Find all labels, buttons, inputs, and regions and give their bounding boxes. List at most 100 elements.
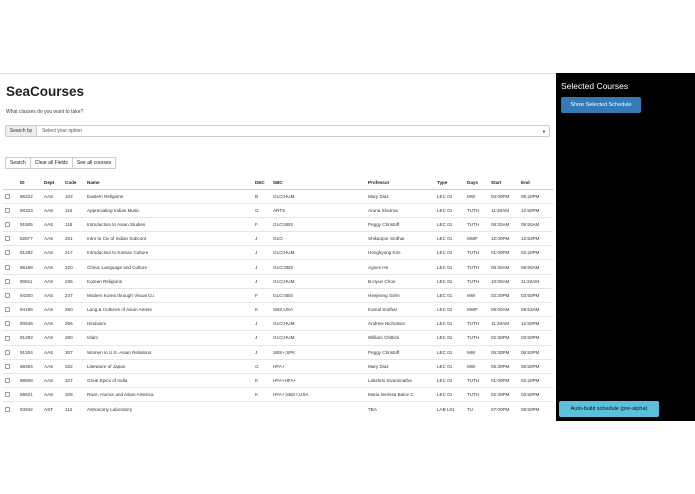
table-cell: 94196 — [18, 301, 42, 317]
table-cell: 05:30PM — [489, 344, 519, 360]
column-header: Type — [435, 177, 465, 190]
clear-fields-button[interactable]: Clear all Fields — [30, 157, 73, 169]
row-checkbox[interactable] — [5, 264, 10, 270]
table-cell: TUTH — [465, 330, 489, 346]
row-checkbox[interactable] — [5, 236, 10, 242]
table-cell: 08:30AM — [489, 216, 519, 232]
table-cell: B.Hyun Choo — [366, 273, 435, 289]
show-selected-schedule-button[interactable]: Show Selected Schedule — [561, 97, 641, 113]
table-cell: AAS — [42, 287, 63, 303]
table-row: 89821 AAS 328 Race, Humor and Asian America… — [3, 387, 553, 402]
table-cell: Race, Humor and Asian America — [85, 387, 253, 402]
table-cell: GLO;HUM — [271, 273, 366, 289]
search-button[interactable]: Search — [5, 157, 31, 169]
table-cell: 83942 — [18, 401, 42, 416]
row-checkbox[interactable] — [5, 293, 10, 299]
table-cell: LEC 01 — [435, 273, 465, 289]
table-cell: Hongkyung Kim — [366, 245, 435, 260]
table-row: 91304 AAS 307 Women in U.S.-Asian Relations… — [3, 344, 553, 360]
auto-build-schedule-button[interactable]: Auto-build schedule (pre-alpha) — [559, 401, 659, 417]
table-cell: TUTH — [465, 273, 489, 289]
row-select-cell — [3, 259, 18, 275]
table-cell: 06:50PM — [519, 344, 553, 360]
row-checkbox[interactable] — [5, 307, 10, 313]
table-cell: 02:30PM — [489, 287, 519, 303]
table-cell: AAS — [42, 301, 63, 317]
table-cell: LEC 01 — [435, 358, 465, 374]
table-cell: J — [253, 344, 271, 360]
table-cell: Mary Diaz — [366, 188, 435, 204]
table-cell: Great Epics of India — [85, 372, 253, 388]
table-cell: 328 — [63, 387, 85, 402]
table-cell: HFA+ — [271, 358, 366, 374]
table-cell: LEC 01 — [435, 330, 465, 346]
table-cell: Islam — [85, 330, 253, 346]
table-cell: 82877 — [18, 231, 42, 246]
table-cell: TU — [465, 401, 489, 416]
row-checkbox[interactable] — [5, 207, 10, 213]
row-checkbox[interactable] — [5, 193, 10, 199]
table-cell: J — [253, 330, 271, 346]
column-header: SBC — [271, 177, 366, 190]
table-cell: Introduction to Asian Studies — [85, 216, 253, 232]
table-cell: TUTH — [465, 372, 489, 388]
table-row: 88484 AAS 322 Literature of Japan G HFA+ Mary … — [3, 358, 553, 374]
row-checkbox[interactable] — [5, 392, 10, 398]
search-by-label: Search by — [6, 126, 37, 136]
table-cell: 91292 — [18, 245, 42, 260]
row-select-cell — [3, 358, 18, 374]
table-cell: LEC 01 — [435, 301, 465, 317]
table-cell: Lakshmi Sivaminatha — [366, 372, 435, 388]
table-cell: GLO;HUM — [271, 330, 366, 346]
table-cell: LEC 01 — [435, 316, 465, 331]
search-option-select[interactable]: Select your option ▼ — [37, 126, 549, 136]
table-cell: HFA+;SBS+;USA — [271, 387, 366, 402]
page-subtitle: What classes do you want to take? — [6, 109, 84, 115]
table-cell: 06:50PM — [519, 358, 553, 374]
table-cell: LEC 01 — [435, 216, 465, 232]
table-cell: 88508 — [18, 372, 42, 388]
row-checkbox[interactable] — [5, 406, 10, 412]
row-checkbox[interactable] — [5, 349, 10, 355]
row-select-cell — [3, 330, 18, 346]
table-cell: 02:20PM — [519, 372, 553, 388]
table-cell: 08:30AM — [489, 259, 519, 275]
table-cell: Astronomy Laboratory — [85, 401, 253, 416]
see-all-courses-button[interactable]: See all courses — [72, 157, 117, 169]
row-select-cell — [3, 344, 18, 360]
table-cell: 03:50PM — [519, 387, 553, 402]
selected-courses-sidebar: Selected Courses Show Selected Schedule … — [556, 73, 695, 421]
row-checkbox[interactable] — [5, 250, 10, 256]
row-checkbox[interactable] — [5, 278, 10, 284]
table-cell: 90323 — [18, 202, 42, 218]
row-checkbox[interactable] — [5, 321, 10, 327]
table-cell: Introduction to Korean Culture — [85, 245, 253, 260]
table-cell: Maria Nerissa Balce C — [366, 387, 435, 402]
row-checkbox[interactable] — [5, 222, 10, 228]
table-cell: 201 — [63, 231, 85, 246]
row-checkbox[interactable] — [5, 378, 10, 384]
table-cell: J — [253, 259, 271, 275]
row-select-cell — [3, 387, 18, 402]
column-header: DEC — [253, 177, 271, 190]
table-cell: 86222 — [18, 188, 42, 204]
row-checkbox[interactable] — [5, 363, 10, 369]
table-cell: AAS — [42, 202, 63, 218]
table-cell: AAS — [42, 358, 63, 374]
row-checkbox[interactable] — [5, 335, 10, 341]
table-cell: LEC 01 — [435, 387, 465, 402]
table-cell: K — [253, 372, 271, 388]
table-cell: J — [253, 231, 271, 246]
row-select-cell — [3, 316, 18, 331]
table-body: 86222 AAS 102 Eastern Religions B GLO;HUM Mary… — [3, 188, 553, 416]
table-cell: TUTH — [465, 202, 489, 218]
table-cell: 05:20PM — [519, 188, 553, 204]
table-cell: Women in U.S.-Asian Relations — [85, 344, 253, 360]
column-header: Days — [465, 177, 489, 190]
table-cell: Mary Diaz — [366, 358, 435, 374]
table-cell: 280 — [63, 330, 85, 346]
table-cell: TUTH — [465, 259, 489, 275]
row-select-cell — [3, 216, 18, 232]
table-cell: MW — [465, 287, 489, 303]
table-cell: Heejeong Sohn — [366, 287, 435, 303]
